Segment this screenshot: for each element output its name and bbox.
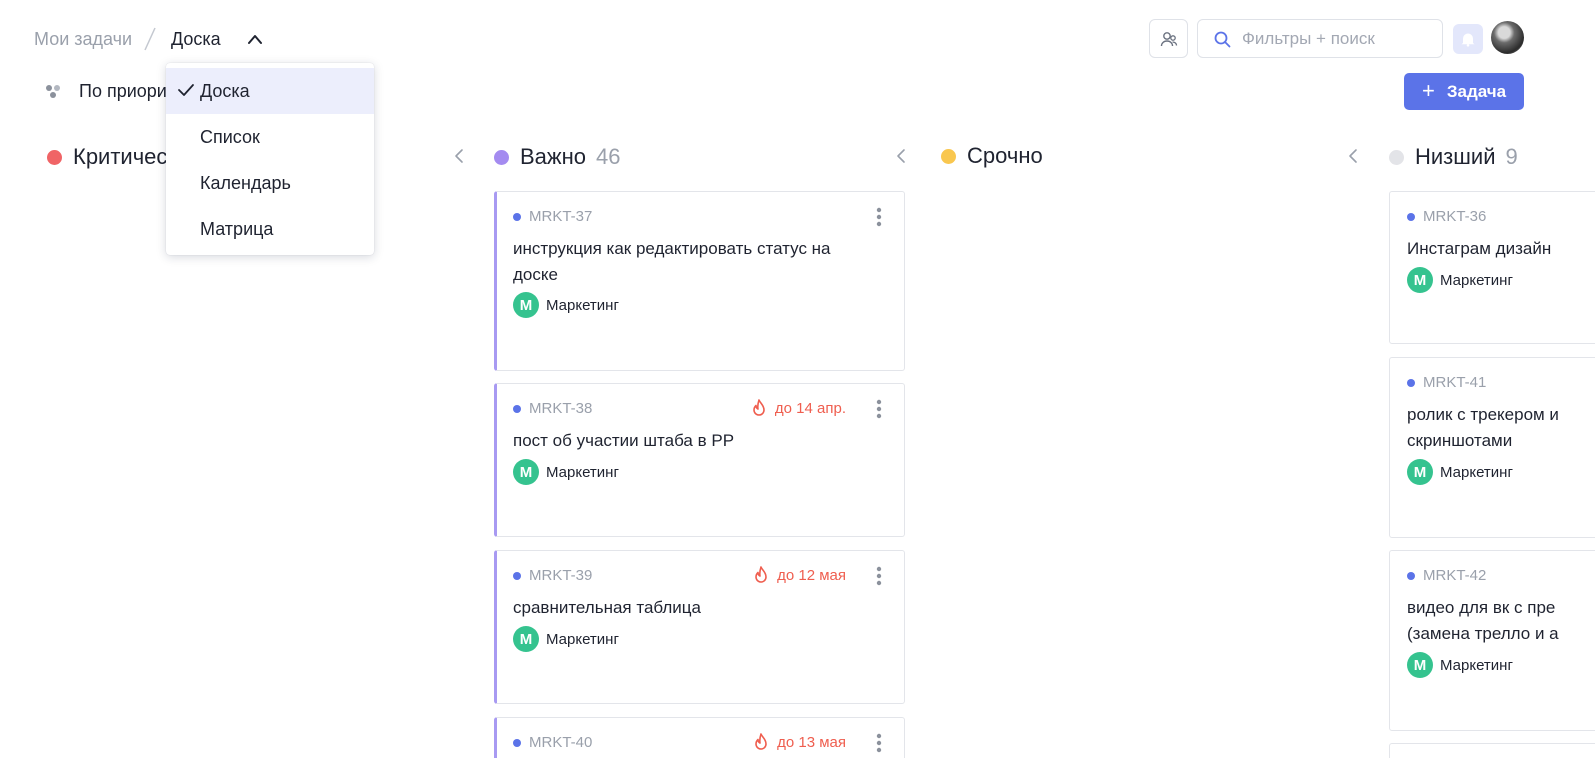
chevron-left-icon[interactable] (451, 146, 467, 166)
task-project[interactable]: М Маркетинг (513, 459, 619, 485)
task-title[interactable]: видео для вк с пре (замена трелло и а (1407, 595, 1577, 647)
project-badge: М (513, 292, 539, 318)
project-name: Маркетинг (1440, 463, 1513, 481)
column-title: Критичес (73, 144, 168, 169)
add-task-label: Задача (1446, 81, 1507, 101)
column-header-urgent: Срочно (941, 141, 1043, 171)
task-id[interactable]: MRKT-36 (1407, 208, 1486, 225)
task-card[interactable]: MRKT-37 инструкция как редактировать ста… (494, 191, 905, 371)
task-deadline[interactable]: до 14 апр. (751, 399, 846, 418)
view-menu-item-calendar[interactable]: Календарь (166, 160, 374, 206)
task-title[interactable]: сравнительная таблица (513, 595, 853, 621)
users-icon (1160, 31, 1177, 46)
task-id[interactable]: MRKT-40 (513, 734, 592, 751)
column-count: 46 (596, 144, 621, 169)
breadcrumb-separator (144, 27, 156, 51)
search-icon (1214, 31, 1231, 48)
task-title[interactable]: Инстаграм дизайн (1407, 236, 1595, 262)
more-vertical-icon[interactable] (874, 398, 884, 420)
column-title: Срочно (967, 143, 1043, 168)
task-id[interactable]: MRKT-42 (1407, 567, 1486, 584)
task-project[interactable]: М Маркетинг (1407, 267, 1513, 293)
chevron-left-icon[interactable] (893, 146, 909, 166)
view-menu-item-board[interactable]: Доска (166, 68, 374, 114)
task-card[interactable]: MRKT-40 до 13 мая (494, 717, 905, 758)
task-title[interactable]: пост об участии штаба в РР (513, 428, 853, 454)
project-name: Маркетинг (1440, 656, 1513, 674)
status-dot (513, 738, 521, 747)
column-header-critical: Критичес (47, 142, 167, 172)
team-button[interactable] (1149, 19, 1188, 58)
breadcrumb-root[interactable]: Мои задачи (34, 29, 132, 50)
status-dot (513, 571, 521, 580)
project-name: Маркетинг (546, 296, 619, 314)
task-card[interactable]: MRKT-39 до 12 мая сравнительная таблица … (494, 550, 905, 704)
search-box[interactable] (1197, 19, 1443, 58)
column-header-low: Низший 9 (1389, 142, 1518, 172)
column-title: Важно (520, 144, 587, 169)
status-dot (1407, 212, 1415, 221)
status-dot (513, 212, 521, 221)
group-by-icon[interactable] (45, 83, 65, 99)
status-dot (513, 404, 521, 413)
task-title[interactable]: инструкция как редактировать статус на д… (513, 236, 853, 288)
plus-icon: + (1422, 77, 1435, 103)
view-menu-item-list[interactable]: Список (166, 114, 374, 160)
task-card[interactable]: MRKT-38 до 14 апр. пост об участии штаба… (494, 383, 905, 537)
task-project[interactable]: М Маркетинг (513, 626, 619, 652)
more-vertical-icon[interactable] (874, 206, 884, 228)
project-name: Маркетинг (546, 463, 619, 481)
priority-dot (941, 148, 956, 164)
task-card[interactable]: MRKT-41 ролик с трекером и скриншотами М… (1389, 357, 1595, 538)
check-icon (178, 84, 194, 96)
task-project[interactable]: М Маркетинг (1407, 652, 1513, 678)
project-name: Маркетинг (1440, 271, 1513, 289)
breadcrumb-current[interactable]: Доска (171, 29, 221, 50)
project-badge: М (1407, 459, 1433, 485)
project-badge: М (513, 626, 539, 652)
search-input[interactable] (1242, 28, 1432, 50)
task-card[interactable]: MRKT-36 Инстаграм дизайн М Маркетинг (1389, 191, 1595, 344)
bell-icon (1461, 33, 1475, 47)
column-header-important: Важно 46 (494, 142, 621, 172)
more-vertical-icon[interactable] (874, 732, 884, 754)
task-project[interactable]: М Маркетинг (1407, 459, 1513, 485)
status-dot (1407, 571, 1415, 580)
notifications-button[interactable] (1453, 24, 1483, 54)
view-menu: Доска Список Календарь Матрица (166, 63, 374, 255)
task-id[interactable]: MRKT-41 (1407, 374, 1486, 391)
task-deadline[interactable]: до 13 мая (753, 733, 846, 752)
task-deadline[interactable]: до 12 мая (753, 566, 846, 585)
project-name: Маркетинг (546, 630, 619, 648)
task-id[interactable]: MRKT-39 (513, 567, 592, 584)
column-title: Низший (1415, 144, 1496, 169)
project-badge: М (513, 459, 539, 485)
task-title[interactable]: ролик с трекером и скриншотами (1407, 402, 1587, 454)
project-badge: М (1407, 267, 1433, 293)
task-card[interactable] (1389, 743, 1595, 758)
task-id[interactable]: MRKT-38 (513, 400, 592, 417)
view-menu-item-matrix[interactable]: Матрица (166, 206, 374, 252)
task-card[interactable]: MRKT-42 видео для вк с пре (замена трелл… (1389, 550, 1595, 731)
priority-dot (1389, 149, 1404, 165)
task-project[interactable]: М Маркетинг (513, 292, 619, 318)
chevron-up-icon[interactable] (246, 31, 264, 47)
status-dot (1407, 378, 1415, 387)
more-vertical-icon[interactable] (874, 565, 884, 587)
fire-icon (755, 733, 767, 750)
fire-icon (753, 399, 765, 416)
priority-dot (47, 149, 62, 165)
task-id[interactable]: MRKT-37 (513, 208, 592, 225)
column-count: 9 (1505, 144, 1518, 169)
chevron-left-icon[interactable] (1345, 146, 1361, 166)
fire-icon (755, 566, 767, 583)
add-task-button[interactable]: + Задача (1404, 73, 1524, 110)
priority-dot (494, 149, 509, 165)
project-badge: М (1407, 652, 1433, 678)
avatar[interactable] (1491, 21, 1524, 54)
